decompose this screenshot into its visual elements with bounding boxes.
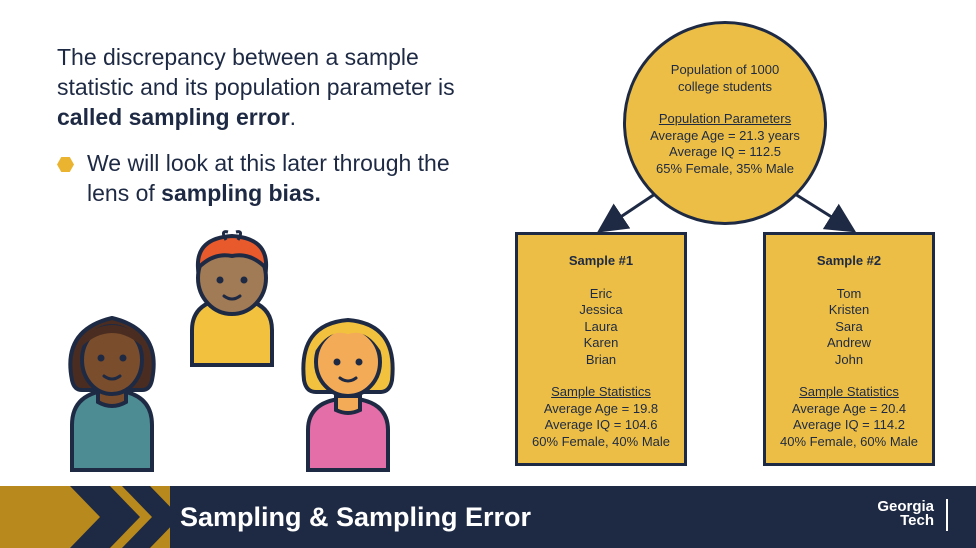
sample-1-name: Jessica bbox=[579, 302, 623, 317]
population-iq: Average IQ = 112.5 bbox=[669, 144, 781, 159]
population-circle: Population of 1000 college students Popu… bbox=[623, 21, 827, 225]
population-gender: 65% Female, 35% Male bbox=[655, 160, 794, 176]
sample-2-stats-title: Sample Statistics bbox=[799, 384, 899, 399]
population-line2: college students bbox=[678, 78, 772, 94]
person-brown-hair-icon bbox=[68, 315, 156, 472]
sample-2-name: Sara bbox=[835, 318, 863, 334]
logo-tower-icon bbox=[946, 499, 948, 531]
sample-1-title: Sample #1 bbox=[568, 253, 634, 268]
person-red-hair-icon bbox=[190, 230, 274, 367]
population-age: Average Age = 21.3 years bbox=[650, 127, 800, 143]
footer-bar: Sampling & Sampling Error Georgia Tech bbox=[0, 486, 976, 548]
sample-1-box: Sample #1 Eric Jessica Laura Karen Brian… bbox=[515, 232, 687, 466]
sample-2-name: John bbox=[834, 351, 864, 367]
sample-1-age: Average Age = 19.8 bbox=[543, 400, 659, 416]
sample-2-gender: 40% Female, 60% Male bbox=[779, 433, 918, 449]
sample-2-name: Tom bbox=[836, 285, 862, 301]
logo-line2: Tech bbox=[900, 512, 934, 529]
footer-title: Sampling & Sampling Error bbox=[180, 502, 532, 532]
sample-2-name: Andrew bbox=[826, 335, 872, 350]
sample-1-name: Laura bbox=[584, 318, 618, 334]
population-params-title: Population Parameters bbox=[658, 111, 792, 126]
sample-2-age: Average Age = 20.4 bbox=[791, 400, 907, 416]
person-blonde-hair-icon bbox=[301, 317, 395, 472]
georgia-tech-logo: Georgia Tech bbox=[877, 499, 934, 529]
sample-1-iq: Average IQ = 104.6 bbox=[544, 417, 658, 432]
sample-2-iq: Average IQ = 114.2 bbox=[793, 417, 905, 432]
sample-1-name: Brian bbox=[585, 351, 617, 367]
sample-2-title: Sample #2 bbox=[816, 253, 882, 268]
sample-2-box: Sample #2 Tom Kristen Sara Andrew John S… bbox=[763, 232, 935, 466]
sample-1-name: Eric bbox=[589, 285, 613, 301]
sample-1-stats-title: Sample Statistics bbox=[551, 384, 651, 399]
sample-2-name: Kristen bbox=[828, 302, 870, 317]
population-line1: Population of 1000 bbox=[670, 62, 780, 77]
chevron-right-icon bbox=[70, 486, 180, 548]
sample-1-gender: 60% Female, 40% Male bbox=[531, 433, 670, 449]
sample-1-name: Karen bbox=[583, 335, 619, 350]
